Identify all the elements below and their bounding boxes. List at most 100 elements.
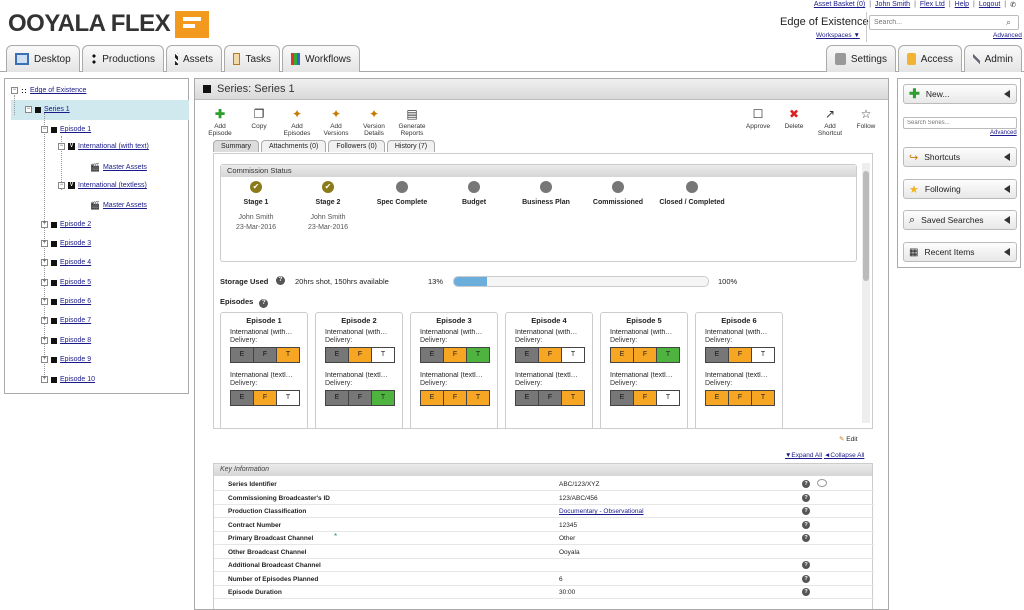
delivery-status-cell[interactable]: T	[371, 347, 395, 363]
delivery-status-cell[interactable]: T	[656, 390, 680, 406]
add-shortcut-button[interactable]: ↗ Add Shortcut	[813, 107, 847, 137]
collapse-icon[interactable]: −	[25, 106, 32, 113]
version-name[interactable]: International (with…	[411, 329, 497, 336]
help-icon[interactable]: ?	[276, 276, 285, 285]
add-episodes-button[interactable]: ✦ Add Episodes	[280, 107, 314, 137]
version-name[interactable]: International (textl…	[696, 372, 782, 379]
tab-desktop[interactable]: Desktop	[6, 45, 80, 72]
episode-card[interactable]: Episode 5 International (with… Delivery: E F…	[600, 312, 688, 428]
tree-node-episode[interactable]: + Episode 3	[41, 240, 91, 247]
add-episode-button[interactable]: ✚ Add Episode	[203, 107, 237, 137]
version-name[interactable]: International (textl…	[316, 372, 402, 379]
comment-icon[interactable]	[817, 479, 827, 487]
tab-tasks[interactable]: Tasks	[224, 45, 280, 72]
tree-label-episode-1[interactable]: Episode 1	[60, 126, 91, 133]
version-details-button[interactable]: ✦ Version Details	[357, 107, 391, 137]
tree-node-master-assets-1[interactable]: 🎬 Master Assets	[90, 163, 147, 172]
global-search-input[interactable]	[869, 15, 1019, 30]
version-name[interactable]: International (with…	[601, 329, 687, 336]
tree-label-root[interactable]: Edge of Existence	[30, 87, 86, 94]
delivery-status-cell[interactable]: E	[325, 347, 349, 363]
delivery-status-cell[interactable]: E	[705, 347, 729, 363]
ooyala-flex-logo[interactable]: OOYALA FLEX	[8, 10, 210, 38]
delivery-status-cell[interactable]: E	[420, 390, 444, 406]
following-button[interactable]: ★ Following	[903, 179, 1017, 199]
key-info-value[interactable]: Documentary - Observational	[559, 508, 644, 515]
delivery-status-cell[interactable]: F	[348, 390, 372, 406]
delivery-status-cell[interactable]: E	[325, 390, 349, 406]
tab-access[interactable]: Access	[898, 45, 962, 72]
tree-label-episode[interactable]: Episode 8	[60, 337, 91, 344]
tree-node-episode[interactable]: + Episode 6	[41, 298, 91, 305]
company-link[interactable]: Flex Ltd	[920, 1, 945, 9]
delivery-status-cell[interactable]: F	[253, 347, 277, 363]
tree-label-intl-text[interactable]: International (with text)	[78, 143, 149, 150]
episode-title[interactable]: Episode 6	[696, 316, 782, 325]
delivery-status-cell[interactable]: T	[466, 347, 490, 363]
tree-node-episode[interactable]: + Episode 8	[41, 337, 91, 344]
tree-label-episode[interactable]: Episode 9	[60, 356, 91, 363]
tab-attachments[interactable]: Attachments (0)	[260, 140, 327, 152]
episode-card[interactable]: Episode 4 International (with… Delivery: E F…	[505, 312, 593, 428]
asset-basket-link[interactable]: Asset Basket (0)	[814, 1, 865, 9]
expand-icon[interactable]: +	[41, 376, 48, 383]
collapse-all-link[interactable]: ◄Collapse All	[824, 452, 864, 459]
delivery-status-cell[interactable]: T	[276, 347, 300, 363]
delivery-status-cell[interactable]: T	[751, 347, 775, 363]
episode-card[interactable]: Episode 3 International (with… Delivery: E F…	[410, 312, 498, 428]
episode-card[interactable]: Episode 6 International (with… Delivery: E F…	[695, 312, 783, 428]
tree-label-series[interactable]: Series 1	[44, 106, 70, 113]
tree-node-episode-1[interactable]: − Episode 1	[41, 126, 91, 133]
shortcuts-button[interactable]: ↪ Shortcuts	[903, 147, 1017, 167]
delivery-status-cell[interactable]: F	[443, 390, 467, 406]
episode-card[interactable]: Episode 1 International (with… Delivery: E F…	[220, 312, 308, 428]
add-versions-button[interactable]: ✦ Add Versions	[319, 107, 353, 137]
tab-history[interactable]: History (7)	[386, 140, 436, 152]
generate-reports-button[interactable]: ▤ Generate Reports	[395, 107, 429, 137]
help-icon[interactable]: ?	[802, 588, 810, 596]
collapse-icon[interactable]: −	[58, 143, 65, 150]
help-icon[interactable]: ?	[802, 534, 810, 542]
advanced-search-link[interactable]: Advanced	[990, 130, 1017, 136]
tab-workflows[interactable]: Workflows	[282, 45, 360, 72]
expand-icon[interactable]: +	[41, 317, 48, 324]
version-name[interactable]: International (with…	[221, 329, 307, 336]
tree-label-episode[interactable]: Episode 5	[60, 279, 91, 286]
tree-node-episode[interactable]: + Episode 9	[41, 356, 91, 363]
tree-node-episode[interactable]: + Episode 2	[41, 221, 91, 228]
delivery-status-cell[interactable]: F	[538, 390, 562, 406]
expand-icon[interactable]: +	[41, 240, 48, 247]
expand-icon[interactable]: +	[41, 259, 48, 266]
delivery-status-cell[interactable]: F	[728, 347, 752, 363]
delivery-status-cell[interactable]: F	[348, 347, 372, 363]
expand-icon[interactable]: +	[41, 356, 48, 363]
tree-label-master-1[interactable]: Master Assets	[103, 164, 147, 171]
delivery-status-cell[interactable]: T	[561, 390, 585, 406]
user-link[interactable]: John Smith	[875, 1, 910, 9]
edit-button[interactable]: ✎ Edit	[839, 435, 857, 443]
version-name[interactable]: International (textl…	[411, 372, 497, 379]
help-icon[interactable]: ?	[802, 480, 810, 488]
scrollbar-thumb[interactable]	[863, 171, 869, 281]
version-name[interactable]: International (with…	[506, 329, 592, 336]
recent-items-button[interactable]: ▦ Recent Items	[903, 242, 1017, 262]
help-icon[interactable]: ?	[259, 299, 269, 308]
pin-icon[interactable]: ✆	[1010, 1, 1016, 9]
search-icon[interactable]: ⌕	[1006, 17, 1011, 28]
logout-link[interactable]: Logout	[979, 1, 1000, 9]
delivery-status-cell[interactable]: F	[633, 347, 657, 363]
tab-assets[interactable]: Assets	[166, 45, 222, 72]
tree-node-episode[interactable]: + Episode 4	[41, 259, 91, 266]
tab-followers[interactable]: Followers (0)	[328, 140, 385, 152]
tree-label-intl-textless[interactable]: International (textless)	[78, 182, 147, 189]
tree-node-episode[interactable]: + Episode 5	[41, 279, 91, 286]
content-scrollbar[interactable]	[862, 163, 870, 423]
version-name[interactable]: International (textl…	[506, 372, 592, 379]
tab-productions[interactable]: Productions	[82, 45, 164, 72]
delivery-status-cell[interactable]: E	[515, 390, 539, 406]
episode-title[interactable]: Episode 5	[601, 316, 687, 325]
tree-node-root[interactable]: − Edge of Existence	[11, 87, 86, 94]
expand-icon[interactable]: +	[41, 298, 48, 305]
delivery-status-cell[interactable]: E	[610, 347, 634, 363]
collapse-icon[interactable]: −	[41, 126, 48, 133]
